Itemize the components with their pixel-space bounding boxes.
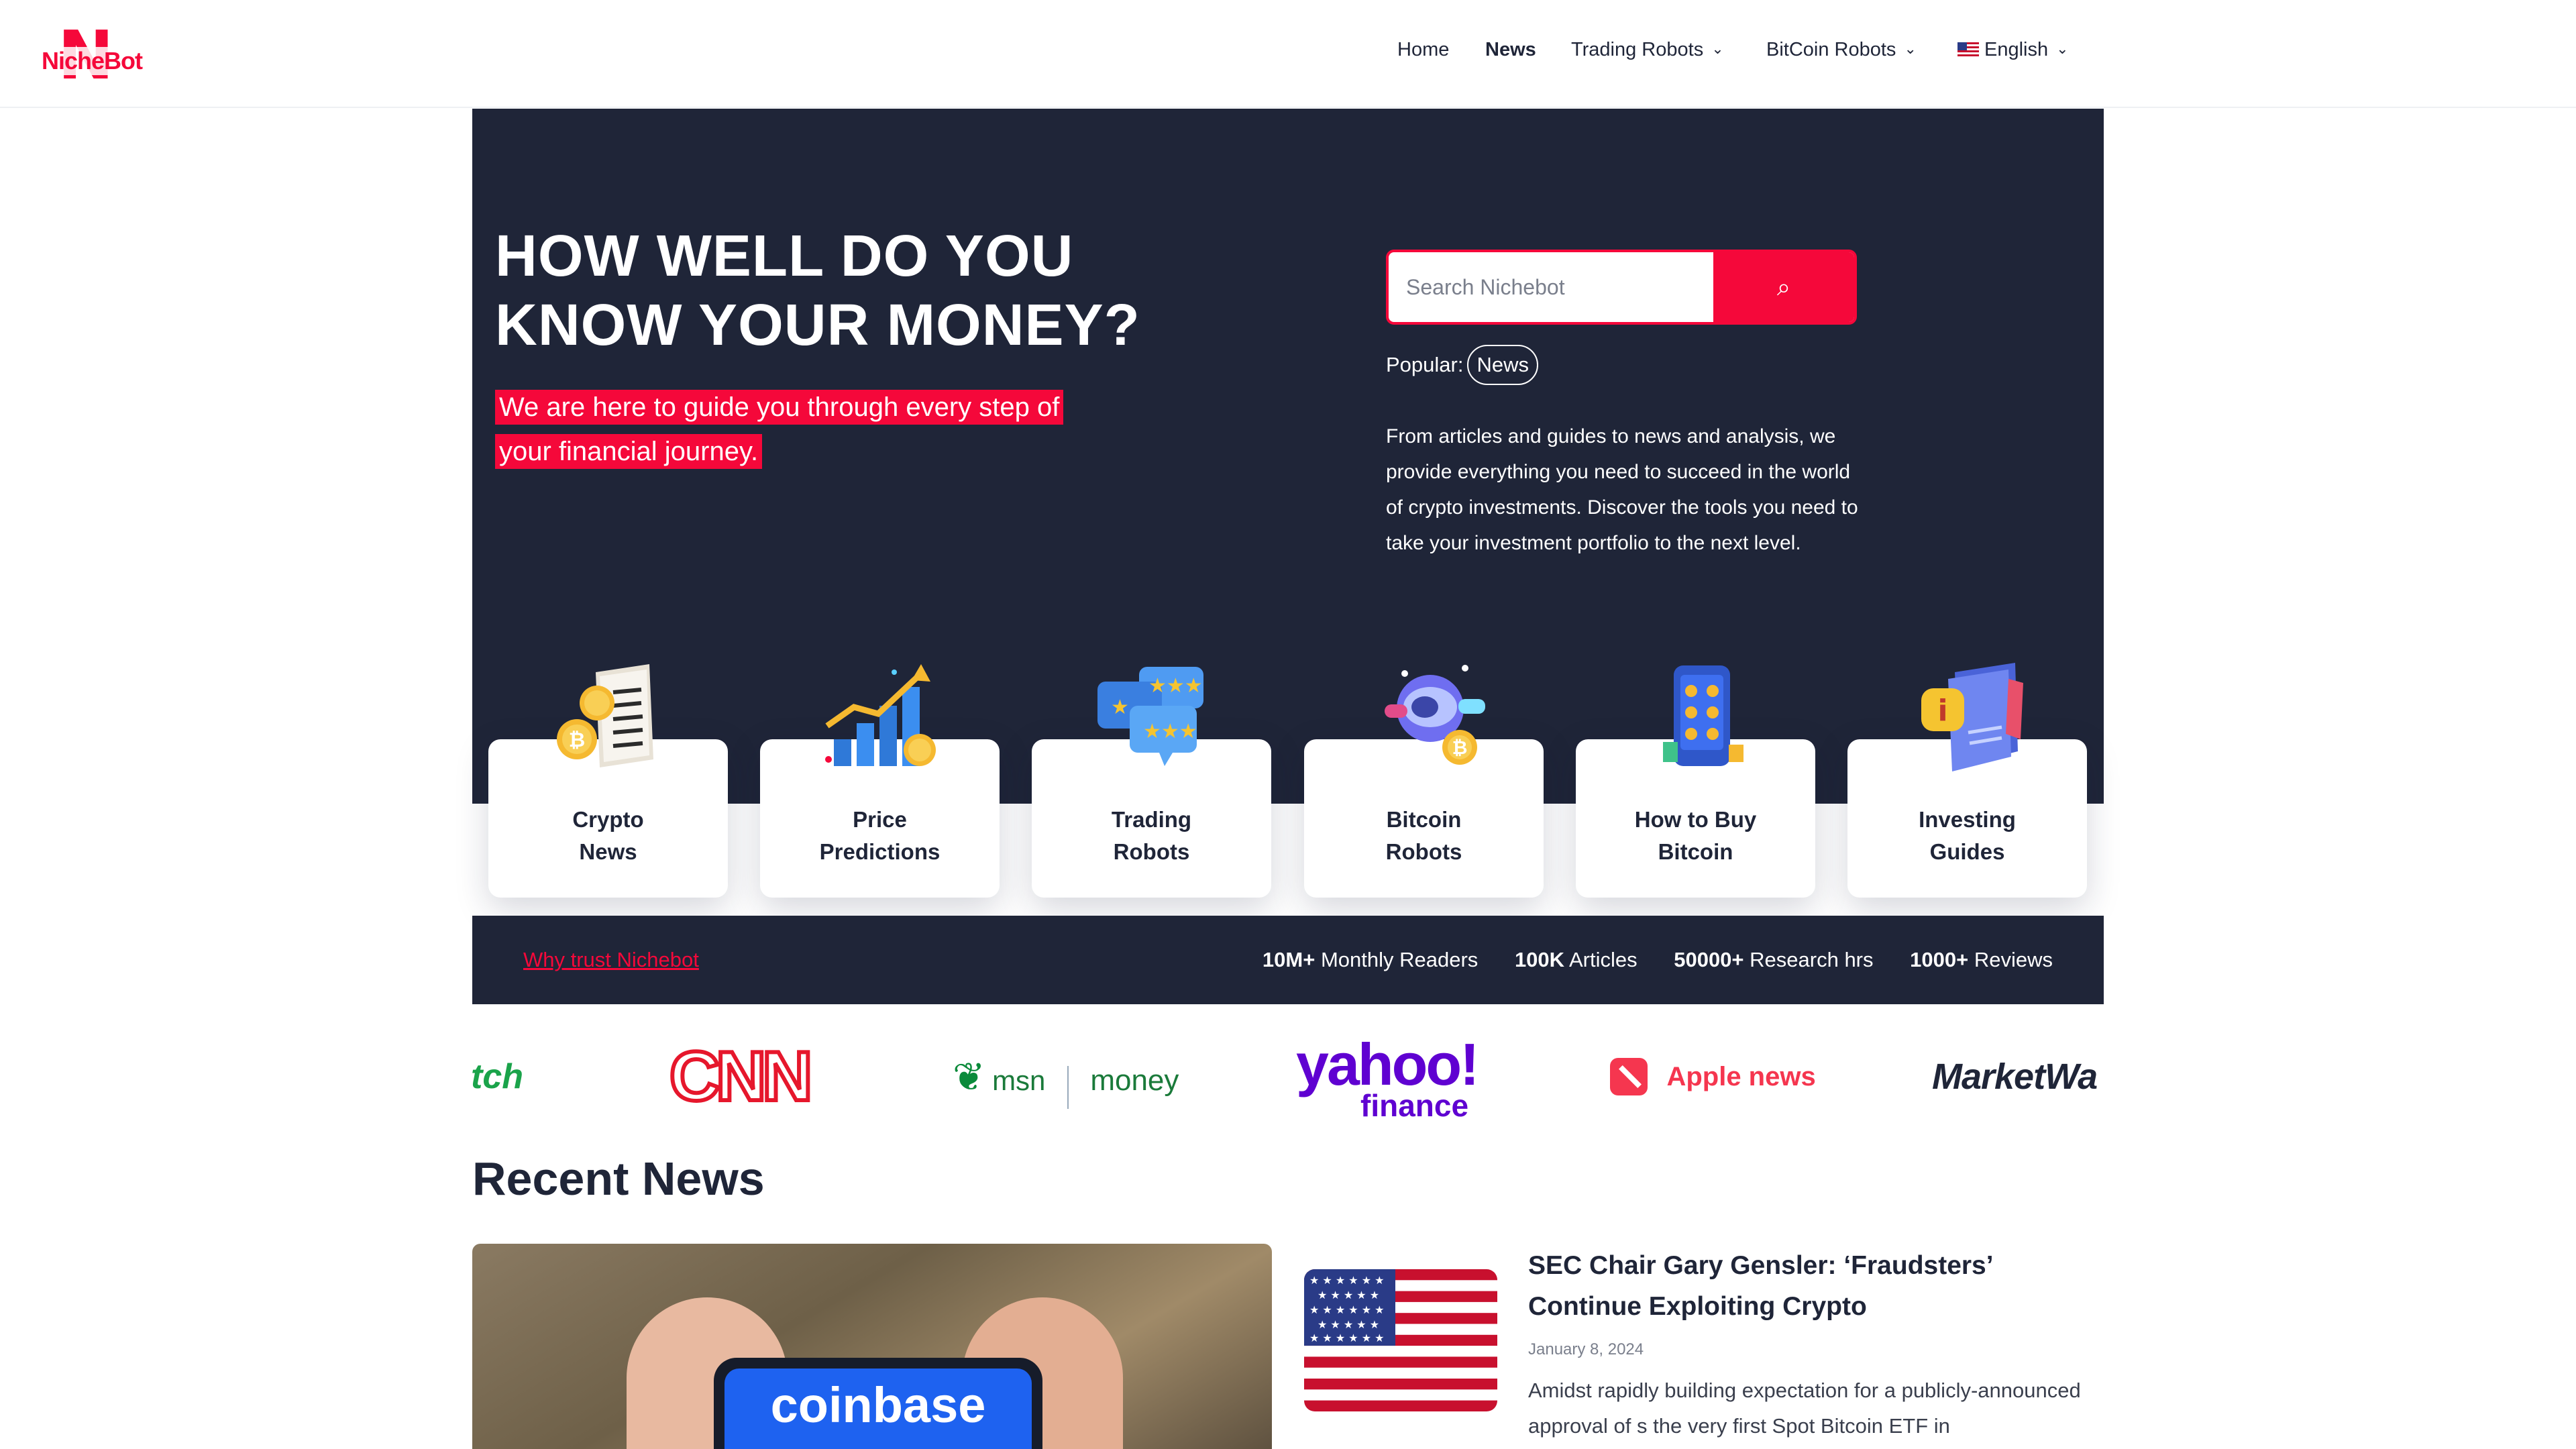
phone-calculator-icon [1663, 665, 1743, 766]
stat-value: 100K [1514, 948, 1565, 971]
recent-news-heading: Recent News [472, 1152, 765, 1205]
stat-reviews: 1000+ Reviews [1910, 948, 2053, 971]
category-line2: Bitcoin [1658, 839, 1733, 864]
category-card-investing-guides[interactable]: i Investing Guides [1847, 663, 2087, 898]
chart-growth-icon [825, 664, 936, 766]
stat-label: Research hrs [1750, 948, 1874, 971]
apple-news-icon [1610, 1058, 1648, 1095]
svg-text:★ ★ ★ ★ ★ ★: ★ ★ ★ ★ ★ ★ [1309, 1332, 1385, 1344]
yahoo-sub-text: finance [1360, 1088, 1469, 1120]
category-line2: Guides [1929, 839, 2005, 864]
apple-news-logo: Apple news [1610, 1033, 1816, 1120]
robot-bitcoin-icon: ₿ [1385, 665, 1485, 765]
category-line2: Predictions [819, 839, 941, 864]
trust-bar: Why trust Nichebot 10M+ Monthly Readers … [472, 916, 2104, 1004]
msn-butterfly-icon: ❦ [953, 1054, 985, 1099]
featured-article-image[interactable]: coinbase [472, 1244, 1272, 1449]
article-title[interactable]: SEC Chair Gary Gensler: ‘Fraudsters’ Con… [1528, 1245, 2105, 1327]
yahoo-text: yahoo! [1296, 1033, 1479, 1097]
category-label: Trading Robots [1032, 804, 1271, 868]
phone-screen: coinbase [724, 1368, 1032, 1449]
category-card-bitcoin-robots[interactable]: ₿ Bitcoin Robots [1304, 665, 1544, 898]
yahoo-finance-logo: yahoo! finance [1296, 1033, 1479, 1121]
stat-value: 1000+ [1910, 948, 1969, 971]
stat-research: 50000+ Research hrs [1674, 948, 1873, 971]
article-thumbnail[interactable]: ★ ★ ★ ★ ★ ★ ★ ★ ★ ★ ★ ★ ★ ★ ★ ★ ★ ★ ★ ★ ★ ★… [1304, 1269, 1497, 1411]
trust-stats: 10M+ Monthly Readers 100K Articles 50000… [1263, 945, 2053, 975]
stat-label: Reviews [1974, 948, 2053, 971]
newspaper-bitcoin-icon: ₿ [557, 664, 653, 767]
phone-device: coinbase [714, 1358, 1042, 1449]
category-cards: ₿ Crypto News Price Predictions ★ ★★★ ★★★ Tr… [0, 0, 2087, 939]
category-card-trading-robots[interactable]: ★ ★★★ ★★★ Trading Robots [1032, 667, 1271, 898]
chevron-down-icon: ⌄ [2056, 40, 2069, 57]
coinbase-text: coinbase [770, 1377, 986, 1433]
techcrunch-logo-partial: tch [472, 1057, 523, 1096]
guide-book-icon: i [1921, 663, 2023, 771]
category-line1: Investing [1919, 807, 2016, 832]
category-line1: Crypto [572, 807, 644, 832]
money-text: money [1090, 1064, 1179, 1097]
article-date: January 8, 2024 [1528, 1340, 1644, 1358]
stat-value: 10M+ [1262, 948, 1316, 971]
svg-text:★ ★ ★ ★ ★ ★: ★ ★ ★ ★ ★ ★ [1309, 1274, 1385, 1287]
svg-text:★ ★ ★ ★ ★: ★ ★ ★ ★ ★ [1318, 1318, 1379, 1331]
stat-readers: 10M+ Monthly Readers [1263, 948, 1478, 971]
category-card-price-predictions[interactable]: Price Predictions [760, 664, 1000, 898]
svg-text:★ ★ ★ ★ ★ ★: ★ ★ ★ ★ ★ ★ [1309, 1303, 1385, 1316]
chevron-down-icon: ⌄ [1711, 40, 1724, 57]
stat-articles: 100K Articles [1515, 948, 1638, 971]
stat-value: 50000+ [1674, 948, 1744, 971]
cnn-logo: CNN [667, 1036, 814, 1118]
stat-label: Monthly Readers [1320, 948, 1479, 971]
rating-stars-icon: ★★★★★★★ [1097, 667, 1203, 766]
category-label: How to Buy Bitcoin [1576, 804, 1815, 868]
article-excerpt: Amidst rapidly building expectation for … [1528, 1379, 2081, 1438]
category-label: Bitcoin Robots [1304, 804, 1544, 868]
category-line1: Trading [1111, 807, 1192, 832]
svg-text:★ ★ ★ ★ ★: ★ ★ ★ ★ ★ [1318, 1289, 1379, 1301]
svg-text:★: ★ [1111, 696, 1129, 719]
marketwatch-logo: MarketWa [1932, 1057, 2098, 1097]
category-card-how-to-buy-bitcoin[interactable]: How to Buy Bitcoin [1576, 665, 1815, 898]
why-trust-link[interactable]: Why trust Nichebot [523, 945, 699, 975]
category-line1: Price [853, 807, 907, 832]
svg-text:★★★: ★★★ [1148, 674, 1203, 698]
category-label: Price Predictions [760, 804, 1000, 868]
us-flag-image: ★ ★ ★ ★ ★ ★★ ★ ★ ★ ★★ ★ ★ ★ ★ ★★ ★ ★ ★ ★… [1304, 1269, 1497, 1411]
press-logos: tch CNN ❦ msn money yahoo! finance Apple… [472, 1033, 2104, 1121]
language-selector[interactable]: English ⌄ [1957, 39, 2069, 61]
chevron-down-icon: ⌄ [1904, 40, 1917, 57]
nav-bitcoin-robots-label: BitCoin Robots [1766, 39, 1896, 60]
stat-label: Articles [1568, 948, 1638, 971]
msn-money-logo: ❦ msn money [953, 1033, 1179, 1120]
search-icon: ⌕ [1776, 273, 1791, 301]
svg-text:₿: ₿ [569, 729, 585, 752]
us-flag-icon [1957, 42, 1979, 57]
category-line1: Bitcoin [1386, 807, 1462, 832]
msn-text: msn [992, 1065, 1046, 1096]
language-label: English [1984, 39, 2049, 60]
category-label: Investing Guides [1847, 804, 2087, 868]
category-line1: How to Buy [1634, 807, 1757, 832]
nav-bitcoin-robots[interactable]: BitCoin Robots ⌄ [1766, 39, 1917, 61]
category-line2: Robots [1385, 839, 1462, 864]
apple-news-text: Apple news [1666, 1062, 1816, 1091]
category-card-crypto-news[interactable]: ₿ Crypto News [488, 664, 728, 898]
svg-text:★★★: ★★★ [1143, 720, 1197, 743]
category-line2: Robots [1113, 839, 1190, 864]
category-line2: News [579, 839, 637, 864]
search-button[interactable]: ⌕ [1713, 252, 1854, 322]
svg-text:i: i [1937, 694, 1947, 728]
category-label: Crypto News [488, 804, 728, 868]
svg-text:₿: ₿ [1452, 737, 1468, 759]
logo-divider [1067, 1065, 1069, 1109]
